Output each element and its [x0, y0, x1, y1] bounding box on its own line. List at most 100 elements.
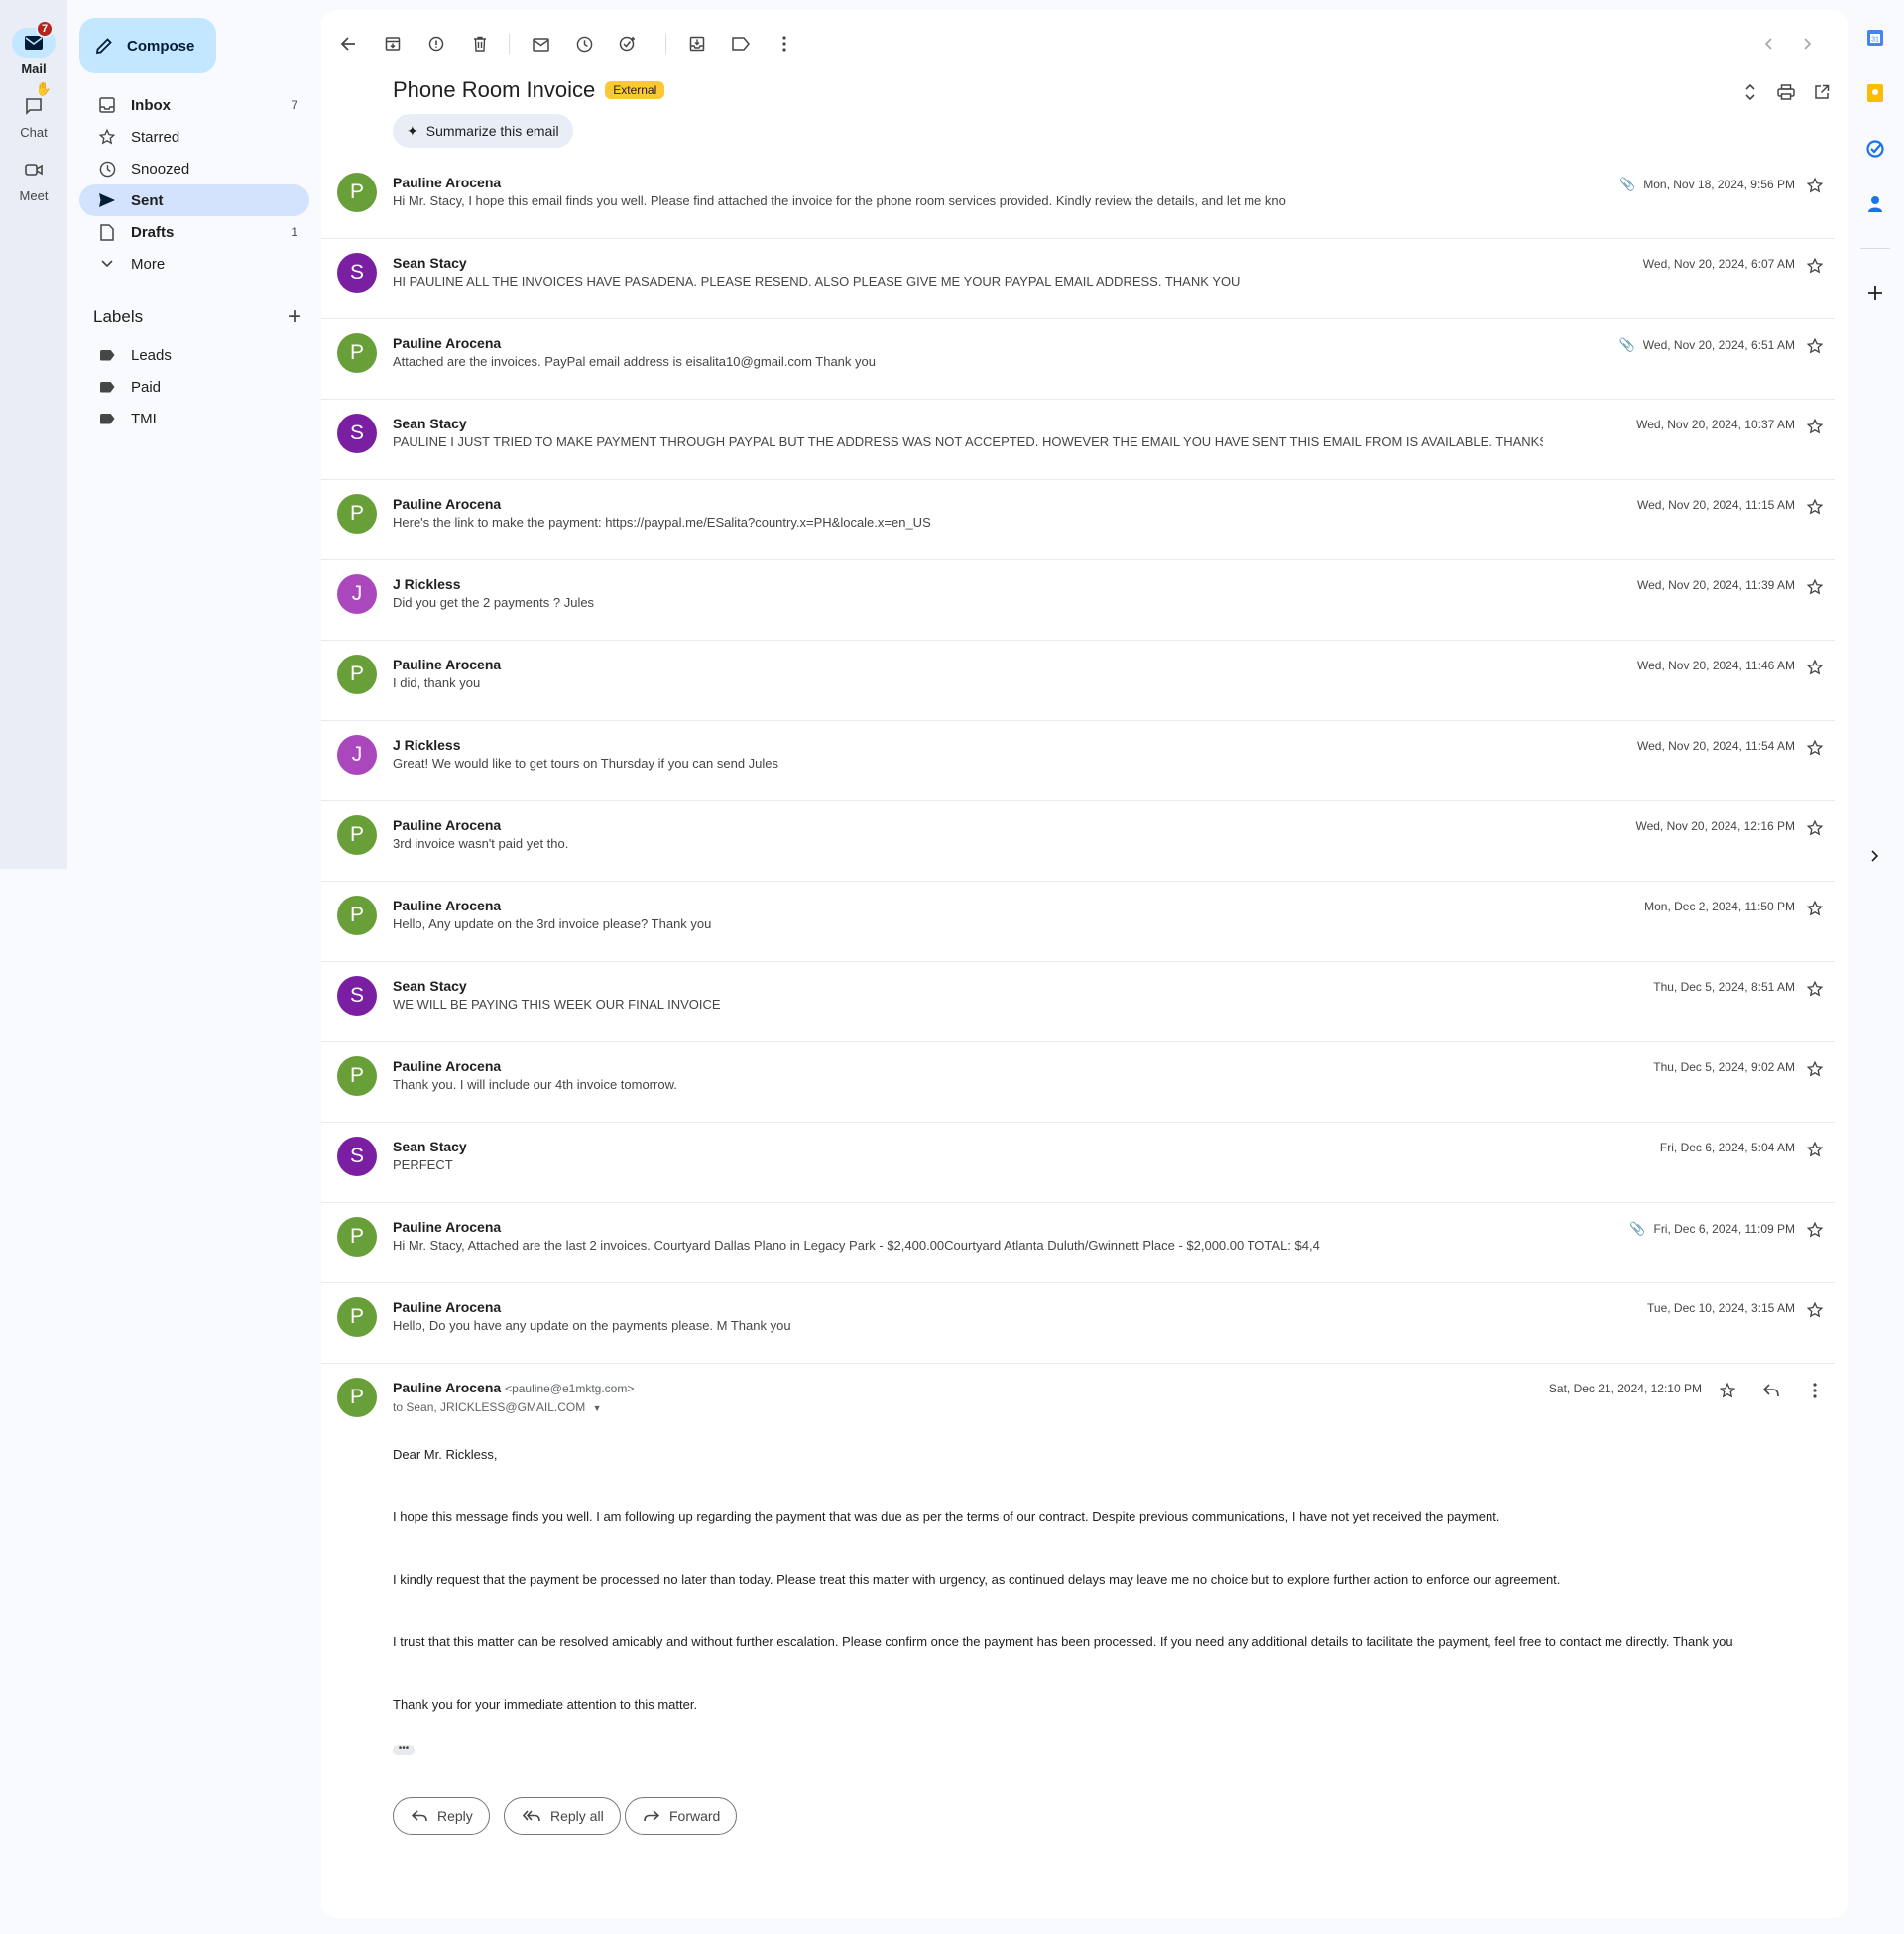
- inbox-count: 7: [291, 98, 298, 112]
- archive-icon[interactable]: [382, 33, 404, 55]
- message-date: 📎 Mon, Nov 18, 2024, 9:56 PM: [1619, 177, 1795, 192]
- label-item-leads[interactable]: Leads: [79, 339, 309, 371]
- chevron-right-icon[interactable]: [1797, 33, 1819, 55]
- chevron-left-icon[interactable]: [1757, 33, 1779, 55]
- message-row[interactable]: P Pauline Arocena I did, thank you Wed, Nov…: [321, 641, 1835, 721]
- message-row[interactable]: P Pauline Arocena Hi Mr. Stacy, I hope thi…: [321, 159, 1835, 239]
- move-to-icon[interactable]: [686, 33, 708, 55]
- avatar: P: [337, 655, 377, 694]
- avatar: S: [337, 253, 377, 293]
- message-row[interactable]: S Sean Stacy PERFECT Fri, Dec 6, 2024, 5:04…: [321, 1123, 1835, 1203]
- message-date: Wed, Nov 20, 2024, 6:07 AM: [1643, 257, 1795, 271]
- rail-meet[interactable]: Meet: [0, 155, 67, 203]
- message-date: Sat, Dec 21, 2024, 12:10 PM: [1548, 1382, 1702, 1395]
- calendar-icon[interactable]: 31: [1864, 27, 1886, 49]
- keep-icon[interactable]: [1864, 82, 1886, 104]
- more-vert-icon[interactable]: [1805, 1381, 1825, 1400]
- message-row[interactable]: S Sean Stacy WE WILL BE PAYING THIS WEEK O…: [321, 962, 1835, 1042]
- message-snippet: Hi Mr. Stacy, I hope this email finds yo…: [393, 193, 1286, 208]
- back-arrow-icon[interactable]: [337, 33, 359, 55]
- star-icon[interactable]: [1805, 176, 1825, 195]
- message-snippet: Hi Mr. Stacy, Attached are the last 2 in…: [393, 1238, 1320, 1253]
- star-icon[interactable]: [1805, 979, 1825, 999]
- nav-item-more[interactable]: More: [79, 248, 309, 280]
- star-icon[interactable]: [1805, 1059, 1825, 1079]
- nav-item-inbox[interactable]: Inbox 7: [79, 89, 309, 121]
- recipients[interactable]: to Sean, JRICKLESS@GMAIL.COM ▼: [393, 1400, 602, 1414]
- rail-chat[interactable]: ✋ Chat: [0, 81, 67, 140]
- star-icon[interactable]: [1805, 256, 1825, 276]
- svg-text:31: 31: [1871, 37, 1879, 44]
- message-row[interactable]: P Pauline Arocena Here's the link to make …: [321, 480, 1835, 560]
- message-row[interactable]: J J Rickless Did you get the 2 payments ? …: [321, 560, 1835, 641]
- message-date-text: Wed, Nov 20, 2024, 11:46 AM: [1637, 659, 1795, 672]
- message-row[interactable]: P Pauline Arocena Thank you. I will includ…: [321, 1042, 1835, 1123]
- caret-down-icon[interactable]: ▼: [593, 1403, 602, 1413]
- sender-name: J Rickless: [393, 576, 461, 592]
- star-icon[interactable]: [1805, 658, 1825, 677]
- message-row[interactable]: P Pauline Arocena Attached are the invoice…: [321, 319, 1835, 400]
- rail-mail[interactable]: 7 Mail: [0, 20, 67, 76]
- sender-name: Pauline Arocena: [393, 1058, 502, 1074]
- add-addon-icon[interactable]: [1864, 282, 1886, 303]
- label-item-paid[interactable]: Paid: [79, 371, 309, 403]
- add-label-icon[interactable]: +: [288, 305, 301, 329]
- star-icon[interactable]: [1805, 336, 1825, 356]
- report-spam-icon[interactable]: [425, 33, 447, 55]
- expand-all-icon[interactable]: [1739, 81, 1761, 103]
- show-trimmed-content-button[interactable]: •••: [393, 1744, 415, 1755]
- message-row[interactable]: P Pauline Arocena Hi Mr. Stacy, Attached a…: [321, 1203, 1835, 1283]
- reply-button[interactable]: Reply: [393, 1797, 490, 1835]
- nav-item-sent[interactable]: Sent: [79, 184, 309, 216]
- star-icon[interactable]: [1805, 417, 1825, 436]
- message-row[interactable]: P Pauline Arocena 3rd invoice wasn't paid …: [321, 801, 1835, 882]
- mark-unread-icon[interactable]: [530, 33, 551, 55]
- label-icon: [97, 345, 117, 365]
- more-vert-icon[interactable]: [774, 33, 795, 55]
- message-row[interactable]: P Pauline Arocena Hello, Do you have any u…: [321, 1283, 1835, 1364]
- nav-item-label: Starred: [131, 128, 180, 146]
- label-item-tmi[interactable]: TMI: [79, 403, 309, 434]
- nav-item-snoozed[interactable]: Snoozed: [79, 153, 309, 184]
- sender-name[interactable]: Pauline Arocena <pauline@e1mktg.com>: [393, 1380, 634, 1395]
- inbox-icon: [97, 95, 117, 115]
- message-row[interactable]: S Sean Stacy PAULINE I JUST TRIED TO MAKE …: [321, 400, 1835, 480]
- star-icon[interactable]: [1805, 899, 1825, 918]
- compose-button[interactable]: Compose: [79, 18, 216, 73]
- message-row[interactable]: P Pauline Arocena Hello, Any update on the…: [321, 882, 1835, 962]
- add-task-icon[interactable]: [617, 33, 639, 55]
- star-icon[interactable]: [1805, 1220, 1825, 1240]
- star-icon[interactable]: [1718, 1381, 1737, 1400]
- print-icon[interactable]: [1775, 81, 1797, 103]
- message-snippet: Thank you. I will include our 4th invoic…: [393, 1077, 677, 1092]
- reply-all-button[interactable]: Reply all: [504, 1797, 621, 1835]
- avatar: J: [337, 574, 377, 614]
- expand-side-panel-icon[interactable]: [1864, 845, 1886, 867]
- nav-item-starred[interactable]: Starred: [79, 121, 309, 153]
- star-icon[interactable]: [1805, 1140, 1825, 1159]
- toolbar-divider: [509, 34, 510, 54]
- nav-item-drafts[interactable]: Drafts 1: [79, 216, 309, 248]
- trash-icon[interactable]: [469, 33, 491, 55]
- message-row[interactable]: J J Rickless Great! We would like to get t…: [321, 721, 1835, 801]
- star-icon[interactable]: [1805, 738, 1825, 758]
- recipients-text: to Sean, JRICKLESS@GMAIL.COM: [393, 1400, 586, 1414]
- star-icon[interactable]: [1805, 818, 1825, 838]
- label-item-label: Leads: [131, 346, 172, 364]
- sender-name: Sean Stacy: [393, 978, 467, 994]
- contacts-icon[interactable]: [1864, 193, 1886, 215]
- star-icon[interactable]: [1805, 497, 1825, 517]
- label-as-icon[interactable]: [730, 33, 752, 55]
- message-snippet: WE WILL BE PAYING THIS WEEK OUR FINAL IN…: [393, 997, 721, 1012]
- sparkle-icon: ✦: [407, 122, 418, 139]
- reply-icon[interactable]: [1761, 1381, 1781, 1400]
- forward-button[interactable]: Forward: [625, 1797, 738, 1835]
- open-new-window-icon[interactable]: [1811, 81, 1833, 103]
- summarize-button[interactable]: ✦ Summarize this email: [393, 114, 573, 148]
- star-icon[interactable]: [1805, 1300, 1825, 1320]
- nav-item-label: Snoozed: [131, 160, 190, 178]
- message-row[interactable]: S Sean Stacy HI PAULINE ALL THE INVOICES H…: [321, 239, 1835, 319]
- tasks-icon[interactable]: [1864, 138, 1886, 160]
- snooze-icon[interactable]: [573, 33, 595, 55]
- star-icon[interactable]: [1805, 577, 1825, 597]
